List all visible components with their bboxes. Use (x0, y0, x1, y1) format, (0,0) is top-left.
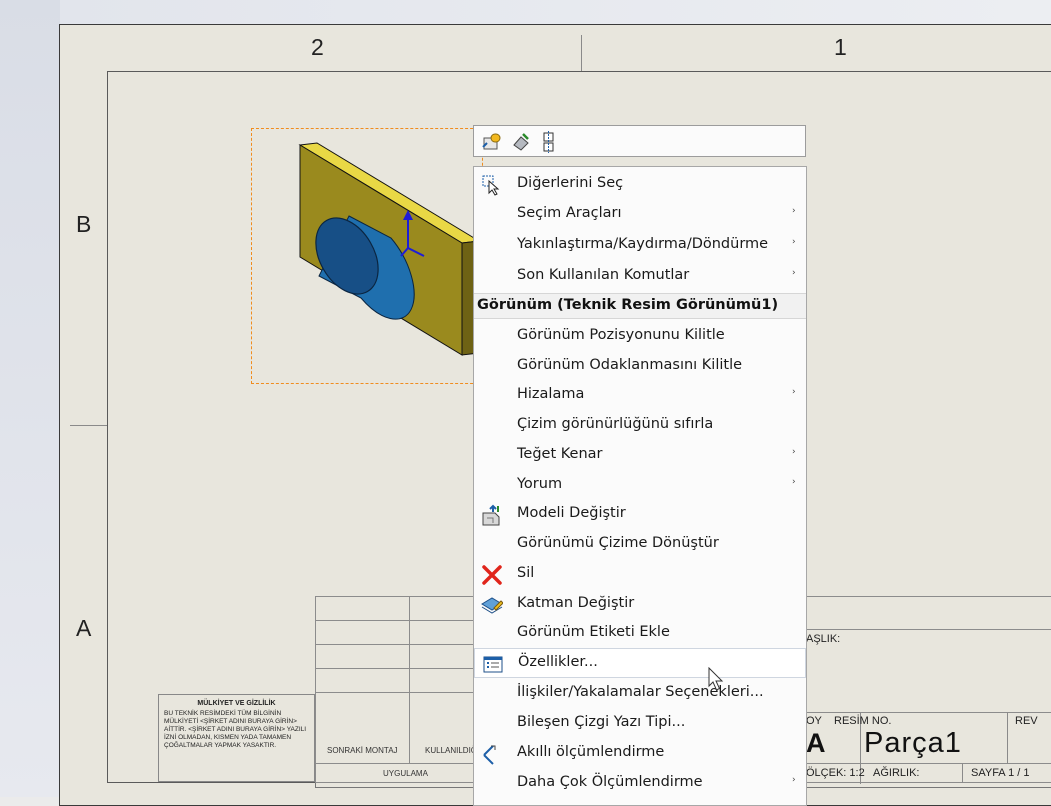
tb-cell (409, 668, 475, 693)
tb-scale: ÖLÇEK: 1:2 (806, 767, 865, 779)
menu-item-label: Diğerlerini Seç (517, 175, 624, 191)
align-view-icon[interactable] (538, 131, 560, 153)
zone-label-top: 2 (311, 34, 324, 60)
tb-cell (315, 668, 410, 693)
tb-cell (806, 596, 1051, 630)
submenu-arrow-icon: › (792, 237, 796, 247)
zone-label-side: B (76, 211, 92, 237)
menu-item-label: Görünüm Odaklanmasını Kilitle (517, 357, 743, 373)
submenu-arrow-icon: › (792, 387, 796, 397)
submenu-arrow-icon: › (792, 206, 796, 216)
mouse-cursor-icon (708, 667, 724, 691)
menu-item-recent-commands[interactable]: Son Kullanılan Komutlar › (474, 262, 806, 292)
menu-item-label: Son Kullanılan Komutlar (517, 267, 690, 283)
menu-item-zoom-pan-rotate[interactable]: Yakınlaştırma/Kaydırma/Döndürme › (474, 231, 806, 261)
tb-cell (409, 620, 475, 645)
menu-item-convert-view-to-sketch[interactable]: Görünümü Çizime Dönüştür (474, 530, 806, 560)
tb-dwg-no-label: RESİM NO. (834, 715, 892, 727)
menu-item-label: Çizim görünürlüğünü sıfırla (517, 416, 714, 432)
menu-item-relations-snaps-options[interactable]: İlişkiler/Yakalamalar Seçenekleri... (474, 679, 806, 709)
tb-used-on: KULLANILDIĞ (425, 746, 478, 755)
menu-item-comment[interactable]: Yorum › (474, 471, 806, 501)
menu-item-more-dimensions[interactable]: Daha Çok Ölçümlendirme › (474, 769, 806, 799)
menu-item-label: Teğet Kenar (517, 446, 603, 462)
menu-item-delete[interactable]: Sil (474, 560, 806, 590)
menu-item-properties[interactable]: Özellikler... (474, 648, 806, 678)
menu-item-alignment[interactable]: Hizalama › (474, 381, 806, 411)
menu-item-label: Hizalama (517, 386, 585, 402)
delete-icon (482, 565, 502, 585)
menu-item-label: İlişkiler/Yakalamalar Seçenekleri... (517, 684, 764, 700)
menu-item-label: Akıllı ölçümlendirme (517, 744, 665, 760)
menu-item-reset-sketch-visibility[interactable]: Çizim görünürlüğünü sıfırla (474, 411, 806, 441)
menu-item-selection-tools[interactable]: Seçim Araçları › (474, 200, 806, 230)
ownership-notice: MÜLKİYET VE GİZLİLİK BU TEKNİK RESİMDEKİ… (158, 694, 315, 782)
select-other-icon (482, 175, 500, 196)
menu-item-lock-view-focus[interactable]: Görünüm Odaklanmasını Kilitle (474, 352, 806, 382)
menu-item-label: Daha Çok Ölçümlendirme (517, 774, 703, 790)
replace-model-icon (482, 504, 500, 526)
tb-weight: AĞIRLIK: (873, 767, 920, 779)
menu-item-replace-model[interactable]: Modeli Değiştir (474, 500, 806, 530)
tb-cell (409, 644, 475, 669)
isometric-part-view[interactable] (251, 128, 483, 384)
tb-cell (315, 620, 410, 645)
tb-size-value: A (806, 728, 826, 758)
context-toolbar (473, 125, 806, 157)
menu-item-tangent-edge[interactable]: Teğet Kenar › (474, 441, 806, 471)
menu-item-label: Modeli Değiştir (517, 505, 626, 521)
tb-cell (315, 644, 410, 669)
submenu-arrow-icon: › (792, 775, 796, 785)
ownership-title: MÜLKİYET VE GİZLİLİK (197, 700, 276, 707)
section-header-label: Görünüm (Teknik Resim Görünümü1) (477, 297, 779, 313)
menu-item-label: Yakınlaştırma/Kaydırma/Döndürme (517, 236, 769, 252)
menu-item-smart-dimension[interactable]: Akıllı ölçümlendirme (474, 739, 806, 769)
menu-item-component-line-font[interactable]: Bileşen Çizgi Yazı Tipi... (474, 709, 806, 739)
tb-next-assembly: SONRAKİ MONTAJ (327, 746, 398, 755)
tb-application: UYGULAMA (383, 769, 428, 778)
tb-cell (315, 596, 410, 621)
menu-item-lock-view-position[interactable]: Görünüm Pozisyonunu Kilitle (474, 322, 806, 352)
menu-section-header: Görünüm (Teknik Resim Görünümü1) (474, 293, 806, 319)
tb-size-label: OY (806, 715, 822, 727)
menu-item-label: Yorum (517, 476, 563, 492)
smart-dimension-view-icon[interactable] (481, 131, 503, 153)
menu-item-change-layer[interactable]: Katman Değiştir (474, 590, 806, 620)
desktop-background (0, 0, 60, 797)
smart-dimension-icon (483, 745, 496, 765)
zone-label-top: 1 (834, 34, 847, 60)
tb-part-name: Parça1 (864, 727, 962, 759)
submenu-arrow-icon: › (792, 447, 796, 457)
menu-item-label: Görünümü Çizime Dönüştür (517, 535, 719, 551)
menu-item-add-view-label[interactable]: Görünüm Etiketi Ekle (474, 619, 806, 649)
tb-sheet: SAYFA 1 / 1 (971, 767, 1030, 779)
model-items-icon[interactable] (510, 131, 532, 153)
window-background (60, 0, 1051, 24)
submenu-arrow-icon: › (792, 477, 796, 487)
menu-item-label: Katman Değiştir (517, 595, 635, 611)
zone-divider (70, 425, 107, 426)
zone-divider (581, 35, 582, 71)
tb-cell (409, 596, 475, 621)
context-menu: Diğerlerini Seç Seçim Araçları › Yakınla… (473, 166, 807, 806)
ownership-text: BU TEKNİK RESİMDEKİ TÜM BİLGİNİN MÜLKİYE… (164, 710, 307, 749)
tb-divider (1007, 712, 1008, 764)
submenu-arrow-icon: › (792, 268, 796, 278)
layer-icon (481, 597, 503, 614)
menu-item-label: Seçim Araçları (517, 205, 622, 221)
menu-item-label: Bileşen Çizgi Yazı Tipi... (517, 714, 686, 730)
menu-item-label: Sil (517, 565, 535, 581)
menu-item-select-other[interactable]: Diğerlerini Seç (474, 170, 806, 200)
menu-item-label: Özellikler... (518, 654, 598, 670)
tb-divider (962, 763, 963, 783)
menu-item-label: Görünüm Etiketi Ekle (517, 624, 670, 640)
tb-rev-label: REV (1015, 715, 1038, 727)
menu-item-label: Görünüm Pozisyonunu Kilitle (517, 327, 725, 343)
zone-label-side: A (76, 615, 92, 641)
tb-title-label: AŞLIK: (806, 633, 841, 645)
properties-icon (483, 656, 503, 673)
